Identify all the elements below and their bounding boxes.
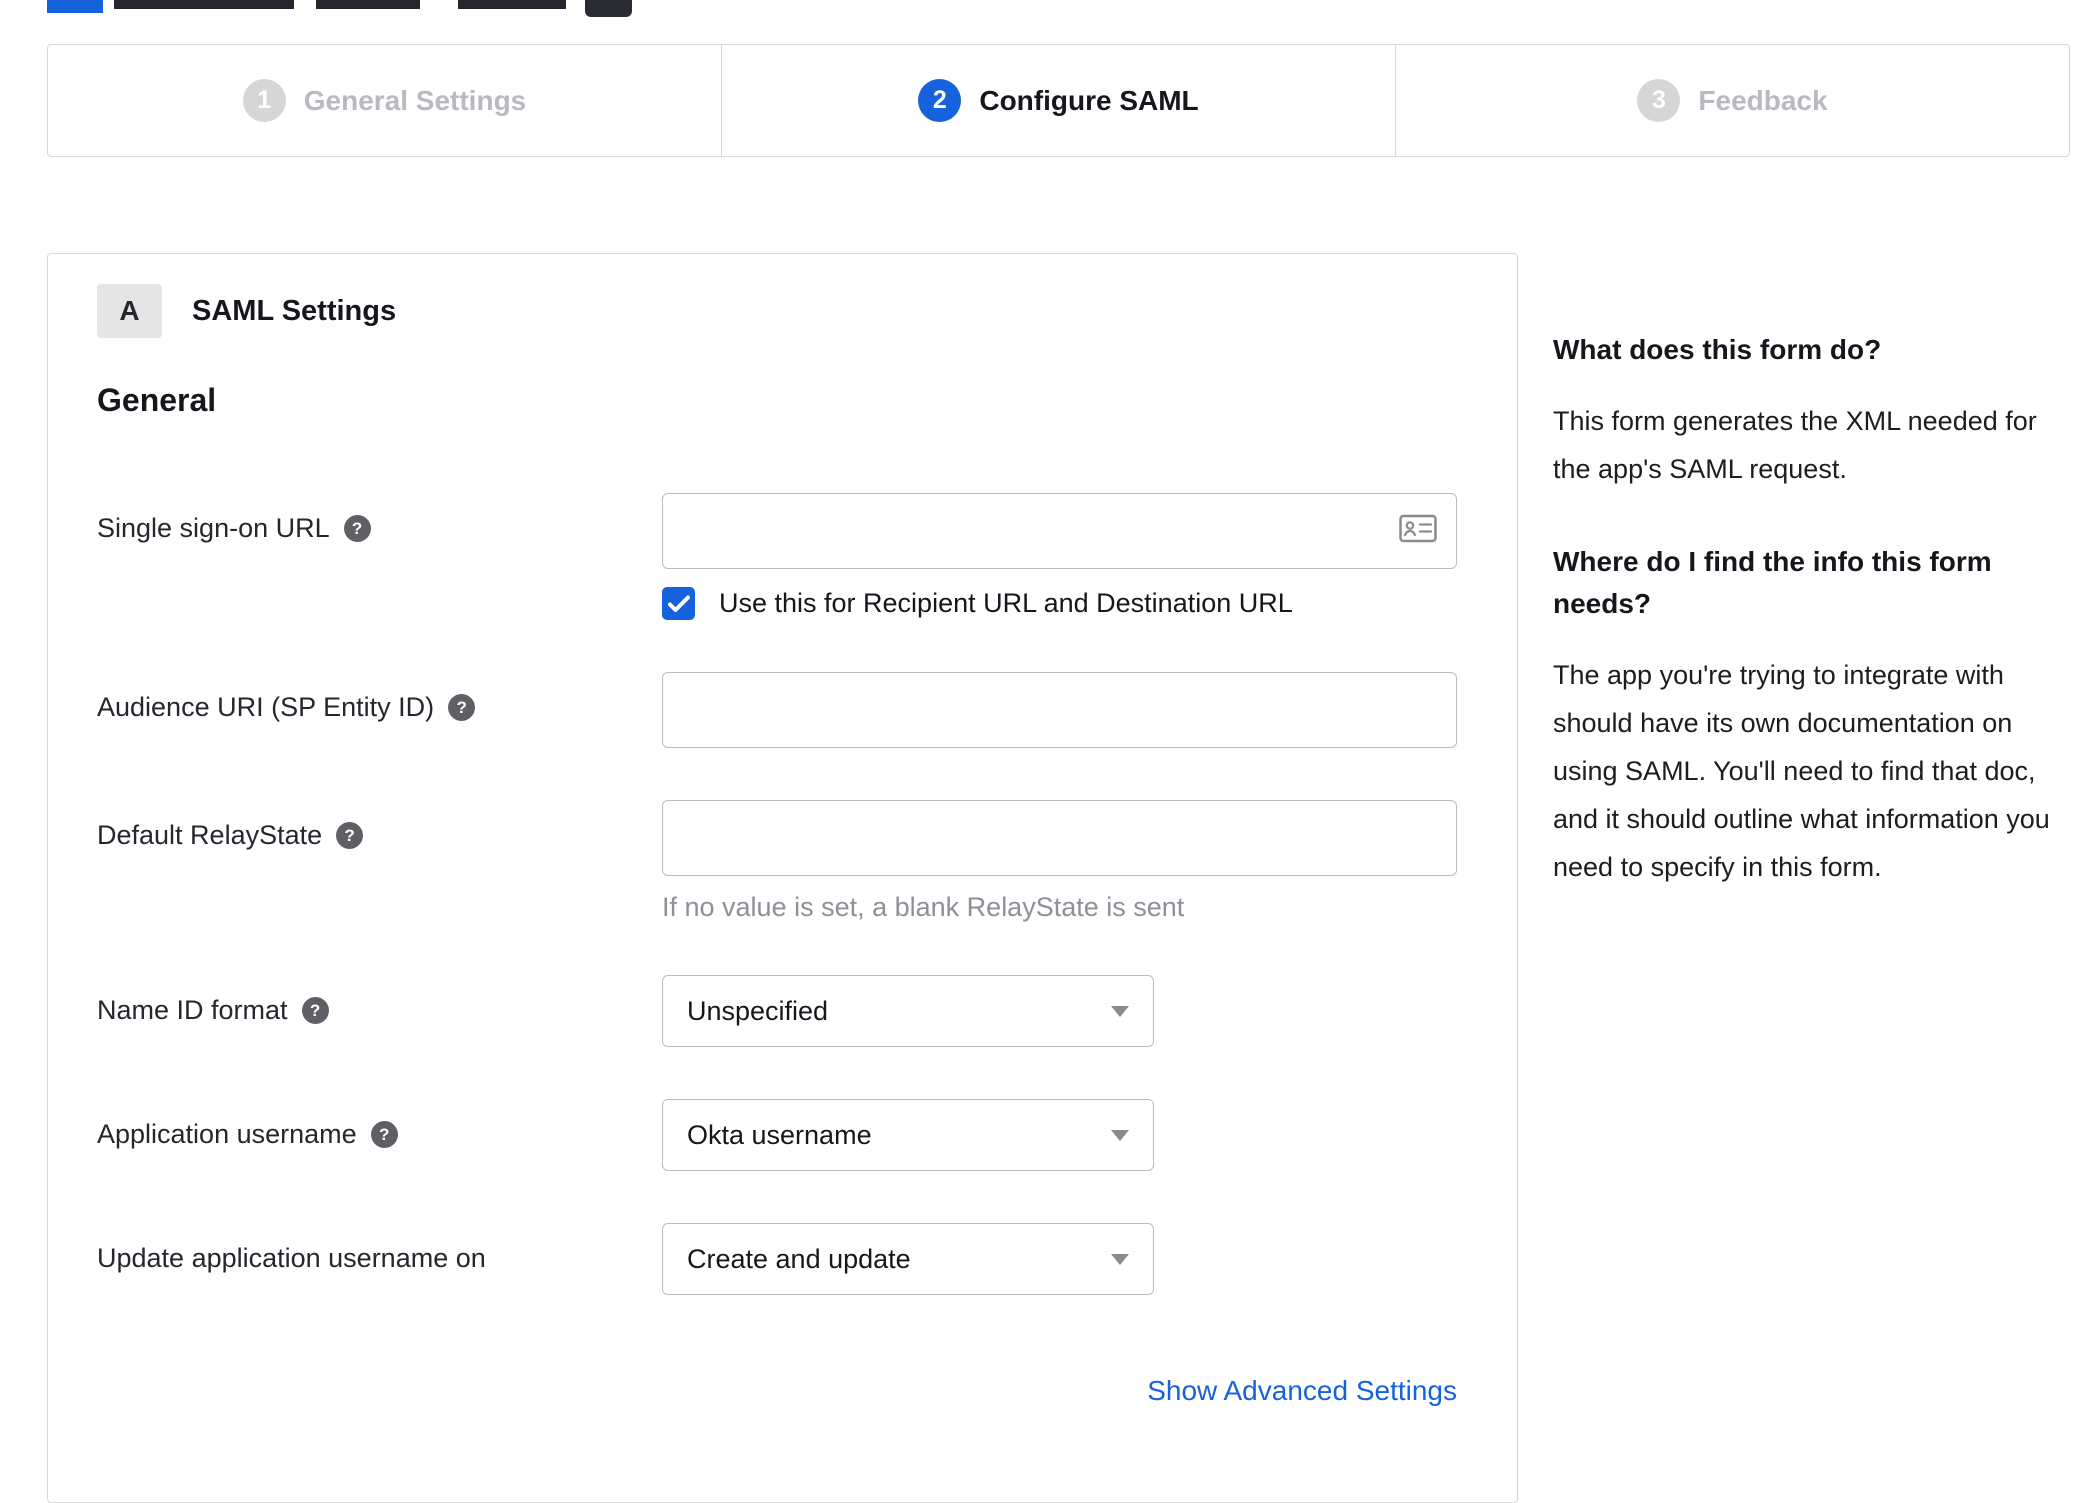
help-heading-where: Where do I find the info this form needs… — [1553, 546, 1992, 619]
recipient-url-checkbox-row: Use this for Recipient URL and Destinati… — [662, 587, 1457, 620]
help-icon[interactable]: ? — [343, 515, 371, 542]
step-number-badge: 3 — [1637, 79, 1681, 122]
recipient-url-checkbox[interactable] — [662, 587, 695, 620]
clipped-header-text-fragment — [316, 0, 420, 9]
saml-settings-card: A SAML Settings General Single sign-on U… — [47, 253, 1518, 1503]
help-icon[interactable]: ? — [448, 694, 476, 721]
audience-uri-label-cell: Audience URI (SP Entity ID) ? — [97, 672, 662, 748]
step-configure-saml[interactable]: 2 Configure SAML — [722, 45, 1396, 156]
chevron-down-icon — [1111, 1005, 1129, 1017]
name-id-format-value: Unspecified — [687, 995, 829, 1026]
relay-state-helper-text: If no value is set, a blank RelayState i… — [662, 892, 1185, 922]
clipped-header-logo-fragment — [47, 0, 103, 13]
advanced-settings-row: Show Advanced Settings — [662, 1375, 1457, 1407]
audience-uri-input[interactable] — [662, 672, 1457, 748]
step-number-badge: 2 — [918, 79, 962, 122]
step-feedback[interactable]: 3 Feedback — [1396, 45, 2069, 156]
relay-state-input[interactable] — [662, 800, 1457, 876]
help-icon[interactable]: ? — [336, 822, 364, 849]
application-username-value: Okta username — [687, 1119, 872, 1150]
help-body-where: The app you're trying to integrate with … — [1553, 660, 2050, 882]
form-row-update-username: Update application username on Create an… — [97, 1223, 1501, 1295]
name-id-format-label: Name ID format — [97, 995, 288, 1025]
step-general-settings[interactable]: 1 General Settings — [48, 45, 722, 156]
application-username-label-cell: Application username ? — [97, 1099, 662, 1171]
wizard-stepper: 1 General Settings 2 Configure SAML 3 Fe… — [47, 44, 2070, 157]
clipped-header-text-fragment — [458, 0, 566, 9]
help-icon[interactable]: ? — [301, 997, 329, 1024]
sso-url-input[interactable] — [662, 493, 1457, 569]
show-advanced-settings-link[interactable]: Show Advanced Settings — [1147, 1375, 1457, 1406]
help-body-what: This form generates the XML needed for t… — [1553, 406, 2037, 484]
help-sidebar: What does this form do? This form genera… — [1553, 253, 2070, 939]
step-number-badge: 1 — [242, 79, 286, 122]
card-header: A SAML Settings — [97, 284, 1501, 338]
recipient-url-checkbox-label: Use this for Recipient URL and Destinati… — [719, 588, 1293, 618]
section-a-badge: A — [97, 284, 162, 338]
form-row-sso-url: Single sign-on URL ? Use this for Recipi… — [97, 493, 1501, 620]
chevron-down-icon — [1111, 1129, 1129, 1141]
audience-uri-label: Audience URI (SP Entity ID) — [97, 692, 435, 722]
application-username-select[interactable]: Okta username — [662, 1099, 1154, 1171]
step-label: General Settings — [303, 84, 527, 116]
relay-state-label-cell: Default RelayState ? — [97, 800, 662, 923]
sso-url-label-cell: Single sign-on URL ? — [97, 493, 662, 620]
update-username-label-cell: Update application username on — [97, 1223, 662, 1295]
name-id-format-label-cell: Name ID format ? — [97, 975, 662, 1047]
form-row-relay-state: Default RelayState ? If no value is set,… — [97, 800, 1501, 923]
help-heading-what: What does this form do? — [1553, 334, 1882, 365]
chevron-down-icon — [1111, 1253, 1129, 1265]
relay-state-label: Default RelayState — [97, 820, 323, 850]
name-id-format-select[interactable]: Unspecified — [662, 975, 1154, 1047]
form-row-application-username: Application username ? Okta username — [97, 1099, 1501, 1171]
contact-card-icon — [1399, 514, 1437, 548]
update-username-label: Update application username on — [97, 1243, 486, 1273]
help-icon[interactable]: ? — [370, 1121, 398, 1148]
page-content: A SAML Settings General Single sign-on U… — [47, 253, 2070, 1503]
sso-url-label: Single sign-on URL — [97, 513, 330, 543]
application-username-label: Application username — [97, 1119, 357, 1149]
general-group-title: General — [97, 382, 217, 418]
card-title: SAML Settings — [192, 294, 397, 327]
update-username-select[interactable]: Create and update — [662, 1223, 1154, 1295]
clipped-header-text-fragment — [114, 0, 294, 9]
form-row-audience-uri: Audience URI (SP Entity ID) ? — [97, 672, 1501, 748]
clipped-header-button-fragment — [585, 0, 632, 17]
update-username-value: Create and update — [687, 1243, 911, 1274]
sso-url-control: Use this for Recipient URL and Destinati… — [662, 493, 1457, 620]
step-label: Configure SAML — [979, 84, 1199, 116]
step-label: Feedback — [1698, 84, 1828, 116]
form-row-name-id-format: Name ID format ? Unspecified — [97, 975, 1501, 1047]
